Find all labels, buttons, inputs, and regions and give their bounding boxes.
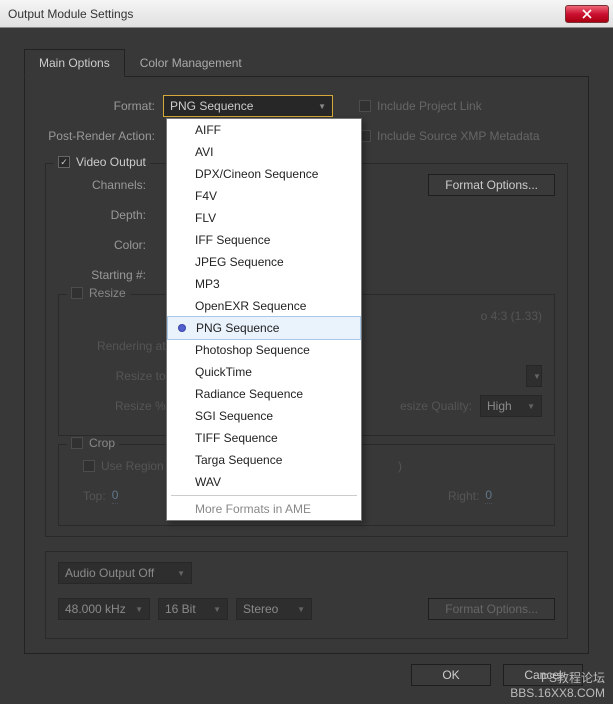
dropdown-separator bbox=[171, 495, 357, 496]
use-region-checkbox bbox=[83, 460, 95, 472]
close-button[interactable] bbox=[565, 5, 609, 23]
chevron-down-icon: ▼ bbox=[297, 605, 305, 614]
starting-label: Starting #: bbox=[58, 268, 154, 282]
chevron-down-icon: ▼ bbox=[213, 605, 221, 614]
tab-color-management[interactable]: Color Management bbox=[125, 49, 257, 77]
format-option-wav[interactable]: WAV bbox=[167, 471, 361, 493]
format-option-more[interactable]: More Formats in AME bbox=[167, 498, 361, 520]
tab-main-options[interactable]: Main Options bbox=[24, 49, 125, 77]
color-label: Color: bbox=[58, 238, 154, 252]
format-option-jpeg[interactable]: JPEG Sequence bbox=[167, 251, 361, 273]
include-link-label: Include Project Link bbox=[377, 99, 482, 113]
chevron-down-icon: ▼ bbox=[135, 605, 143, 614]
format-option-f4v[interactable]: F4V bbox=[167, 185, 361, 207]
format-option-avi[interactable]: AVI bbox=[167, 141, 361, 163]
chevron-down-icon: ▼ bbox=[177, 569, 185, 578]
include-xmp-label: Include Source XMP Metadata bbox=[377, 129, 540, 143]
window-body: Main Options Color Management Format: PN… bbox=[0, 28, 613, 704]
crop-checkbox[interactable] bbox=[71, 437, 83, 449]
format-value: PNG Sequence bbox=[170, 99, 253, 113]
resize-checkbox[interactable] bbox=[71, 287, 83, 299]
audio-output-select[interactable]: Audio Output Off▼ bbox=[58, 562, 192, 584]
format-option-openexr[interactable]: OpenEXR Sequence bbox=[167, 295, 361, 317]
use-region-label: Use Region bbox=[101, 459, 164, 473]
format-option-psd[interactable]: Photoshop Sequence bbox=[167, 339, 361, 361]
resize-to-label: Resize to: bbox=[71, 369, 177, 383]
tab-bar: Main Options Color Management bbox=[24, 48, 589, 77]
audio-fieldset: Audio Output Off▼ 48.000 kHz▼ 16 Bit▼ St… bbox=[45, 551, 568, 639]
format-option-mp3[interactable]: MP3 bbox=[167, 273, 361, 295]
format-option-sgi[interactable]: SGI Sequence bbox=[167, 405, 361, 427]
audio-rate-select: 48.000 kHz▼ bbox=[58, 598, 150, 620]
resize-legend: Resize bbox=[89, 286, 126, 300]
rendering-at-label: Rendering at: bbox=[71, 339, 177, 353]
titlebar: Output Module Settings bbox=[0, 0, 613, 28]
video-output-checkbox[interactable]: ✓ bbox=[58, 156, 70, 168]
crop-right-value[interactable]: 0 bbox=[485, 488, 492, 504]
include-link-checkbox bbox=[359, 100, 371, 112]
chevron-down-icon: ▼ bbox=[533, 372, 541, 381]
audio-depth-select: 16 Bit▼ bbox=[158, 598, 228, 620]
resize-to-select: ▼ bbox=[526, 365, 542, 387]
resize-pct-label: Resize %: bbox=[71, 399, 177, 413]
crop-top-value[interactable]: 0 bbox=[112, 488, 119, 504]
resize-quality-label: esize Quality: bbox=[400, 399, 472, 413]
format-option-dpx[interactable]: DPX/Cineon Sequence bbox=[167, 163, 361, 185]
ok-button[interactable]: OK bbox=[411, 664, 491, 686]
post-render-label: Post-Render Action: bbox=[45, 129, 163, 143]
format-dropdown-menu[interactable]: AIFF AVI DPX/Cineon Sequence F4V FLV IFF… bbox=[166, 118, 362, 521]
crop-right-label: Right: bbox=[448, 489, 479, 503]
depth-label: Depth: bbox=[58, 208, 154, 222]
format-option-targa[interactable]: Targa Sequence bbox=[167, 449, 361, 471]
window-title: Output Module Settings bbox=[8, 7, 565, 21]
crop-bracket: ) bbox=[398, 459, 402, 473]
lock-aspect-text: o 4:3 (1.33) bbox=[481, 309, 542, 323]
watermark: PS教程论坛 BBS.16XX8.COM bbox=[510, 671, 605, 700]
format-option-tiff[interactable]: TIFF Sequence bbox=[167, 427, 361, 449]
format-option-radiance[interactable]: Radiance Sequence bbox=[167, 383, 361, 405]
format-option-png[interactable]: PNG Sequence bbox=[167, 316, 361, 340]
audio-channels-select: Stereo▼ bbox=[236, 598, 312, 620]
format-label: Format: bbox=[45, 99, 163, 113]
resize-quality-select: High▼ bbox=[480, 395, 542, 417]
crop-legend: Crop bbox=[89, 436, 115, 450]
crop-top-label: Top: bbox=[83, 489, 106, 503]
format-option-flv[interactable]: FLV bbox=[167, 207, 361, 229]
audio-format-options-button: Format Options... bbox=[428, 598, 555, 620]
channels-label: Channels: bbox=[58, 178, 154, 192]
format-option-qt[interactable]: QuickTime bbox=[167, 361, 361, 383]
close-icon bbox=[582, 9, 592, 19]
chevron-down-icon: ▼ bbox=[318, 102, 326, 111]
chevron-down-icon: ▼ bbox=[527, 402, 535, 411]
format-option-aiff[interactable]: AIFF bbox=[167, 119, 361, 141]
format-option-iff[interactable]: IFF Sequence bbox=[167, 229, 361, 251]
format-select[interactable]: PNG Sequence ▼ bbox=[163, 95, 333, 117]
video-output-legend: Video Output bbox=[76, 155, 146, 169]
format-options-button[interactable]: Format Options... bbox=[428, 174, 555, 196]
